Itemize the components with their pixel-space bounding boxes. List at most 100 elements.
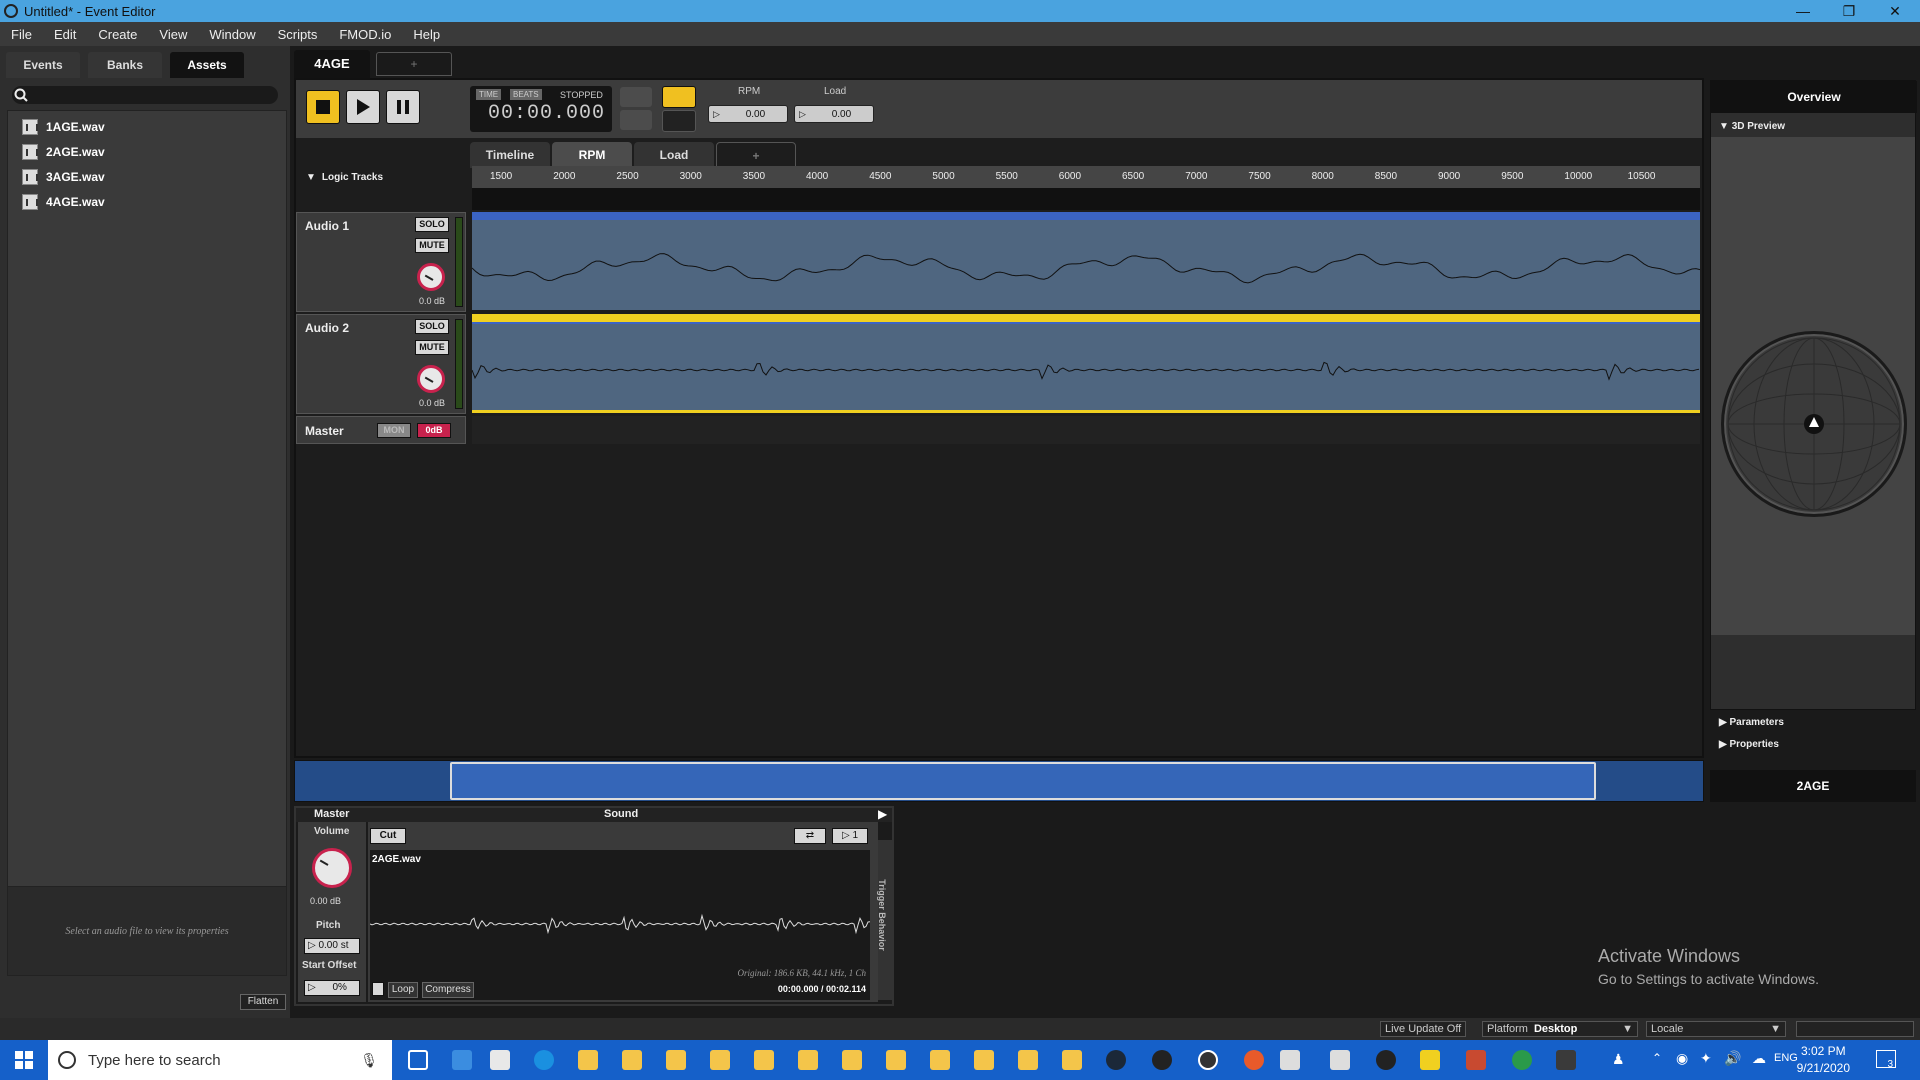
parameters-section[interactable]: ▶ Parameters [1719, 717, 1784, 728]
volume-knob[interactable] [417, 365, 445, 393]
app-icon[interactable] [1556, 1050, 1576, 1070]
volume-knob[interactable] [312, 848, 352, 888]
folder-icon[interactable] [622, 1050, 642, 1070]
folder-icon[interactable] [754, 1050, 774, 1070]
menu-window[interactable]: Window [198, 27, 266, 42]
steam-icon[interactable] [1106, 1050, 1126, 1070]
folder-icon[interactable] [974, 1050, 994, 1070]
folder-icon[interactable] [666, 1050, 686, 1070]
solo-button[interactable]: SOLO [415, 217, 449, 232]
loop-mode-icon[interactable]: ⇄ [794, 828, 826, 844]
loop-count[interactable]: ▷ 1 [832, 828, 868, 844]
tab-timeline[interactable]: Timeline [470, 142, 550, 168]
preview-3d-section[interactable]: ▼ 3D Preview [1719, 121, 1785, 132]
add-parameter-tab[interactable]: + [716, 142, 796, 168]
onedrive-icon[interactable]: ☁ [1752, 1050, 1766, 1067]
mute-button[interactable]: MUTE [415, 340, 449, 355]
taskbar-search[interactable]: Type here to search 🎙 [48, 1040, 392, 1080]
app-icon[interactable] [1420, 1050, 1440, 1070]
store-icon[interactable] [490, 1050, 510, 1070]
menu-edit[interactable]: Edit [43, 27, 87, 42]
folder-icon[interactable] [1062, 1050, 1082, 1070]
folder-icon[interactable] [710, 1050, 730, 1070]
folder-icon[interactable] [798, 1050, 818, 1070]
rpm-param-value[interactable]: ▷ 0.00 [708, 105, 788, 123]
solo-button[interactable]: SOLO [415, 319, 449, 334]
app-icon[interactable] [1280, 1050, 1300, 1070]
flatten-button[interactable]: Flatten [240, 994, 286, 1010]
app-icon[interactable] [1512, 1050, 1532, 1070]
properties-section[interactable]: ▶ Properties [1719, 739, 1779, 750]
3d-panner-sphere[interactable] [1721, 331, 1907, 517]
menu-view[interactable]: View [148, 27, 198, 42]
browser-icon[interactable] [1244, 1050, 1264, 1070]
tab-rpm[interactable]: RPM [552, 142, 632, 168]
menu-fmod-io[interactable]: FMOD.io [328, 27, 402, 42]
app-icon[interactable] [1330, 1050, 1350, 1070]
asset-item-1[interactable]: 1AGE.wav [22, 118, 105, 136]
stop-button[interactable] [306, 90, 340, 124]
app-icon[interactable] [1376, 1050, 1396, 1070]
mute-button[interactable]: MUTE [415, 238, 449, 253]
menu-file[interactable]: File [0, 27, 43, 42]
app-icon[interactable] [1466, 1050, 1486, 1070]
timeline-scroll-thumb[interactable] [450, 762, 1596, 800]
beats-mode-toggle[interactable]: BEATS [510, 89, 542, 100]
track-audio-1[interactable]: Audio 1 SOLO MUTE 0.0 dB [296, 212, 466, 312]
loop-button[interactable]: Loop [388, 982, 418, 998]
wifi-icon[interactable]: ✦ [1700, 1050, 1712, 1067]
minimize-button[interactable]: — [1780, 0, 1826, 22]
folder-icon[interactable] [930, 1050, 950, 1070]
parameter-ruler[interactable]: 1500 2000 2500 3000 3500 4000 4500 5000 5500 6000… [472, 166, 1700, 188]
edge-icon[interactable] [534, 1050, 554, 1070]
people-icon[interactable]: ♟ [1612, 1051, 1625, 1068]
tab-assets[interactable]: Assets [170, 52, 244, 78]
start-offset-input[interactable]: ▷ 0% [304, 980, 360, 996]
trigger-behavior-drawer[interactable]: Trigger Behavior [877, 840, 892, 1000]
play-sound-icon[interactable]: ▶ [878, 807, 887, 821]
play-button[interactable] [346, 90, 380, 124]
loop-checkbox[interactable] [372, 982, 384, 996]
pause-button[interactable] [386, 90, 420, 124]
list-icon[interactable] [662, 86, 696, 108]
notification-icon[interactable]: 3 [1876, 1050, 1896, 1070]
pause-small-icon[interactable] [662, 110, 696, 132]
close-button[interactable]: ✕ [1872, 0, 1918, 22]
track-audio-2[interactable]: Audio 2 SOLO MUTE 0.0 dB [296, 314, 466, 414]
mail-icon[interactable] [452, 1050, 472, 1070]
monitor-button[interactable]: MON [377, 423, 411, 438]
folder-icon[interactable] [886, 1050, 906, 1070]
search-input[interactable] [12, 86, 278, 104]
platform-select[interactable]: Platform Desktop ▼ [1482, 1021, 1638, 1037]
locale-select[interactable]: Locale ▼ [1646, 1021, 1786, 1037]
asset-item-2[interactable]: 2AGE.wav [22, 143, 105, 161]
restore-button[interactable]: ❐ [1826, 0, 1872, 22]
logic-tracks-header[interactable]: ▼ Logic Tracks [296, 166, 470, 188]
system-clock[interactable]: 3:02 PM 9/21/2020 [1797, 1043, 1850, 1077]
task-view-icon[interactable] [408, 1050, 428, 1070]
menu-create[interactable]: Create [87, 27, 148, 42]
tray-chevron-icon[interactable]: ⌃ [1652, 1051, 1662, 1065]
time-mode-toggle[interactable]: TIME [476, 89, 502, 100]
track-lane-audio-1[interactable] [472, 212, 1700, 310]
tab-events[interactable]: Events [6, 52, 80, 78]
live-update-toggle[interactable]: Live Update Off [1380, 1021, 1467, 1037]
volume-icon[interactable]: 🔊 [1724, 1050, 1741, 1067]
fmod-icon[interactable] [1152, 1050, 1172, 1070]
track-master[interactable]: Master MON 0dB [296, 416, 466, 444]
asset-item-4[interactable]: 4AGE.wav [22, 193, 105, 211]
tab-banks[interactable]: Banks [88, 52, 162, 78]
menu-scripts[interactable]: Scripts [267, 27, 329, 42]
folder-icon[interactable] [1018, 1050, 1038, 1070]
load-param-value[interactable]: ▷ 0.00 [794, 105, 874, 123]
microphone-icon[interactable]: 🎙 [360, 1052, 378, 1069]
asset-item-3[interactable]: 3AGE.wav [22, 168, 105, 186]
master-level-button[interactable]: 0dB [417, 423, 451, 438]
loop-playback-button[interactable] [620, 87, 652, 107]
cut-button[interactable]: Cut [370, 828, 406, 844]
event-tab[interactable]: 4AGE [294, 50, 370, 78]
track-lane-audio-2[interactable] [472, 314, 1700, 412]
fmod-studio-icon[interactable] [1198, 1050, 1218, 1070]
folder-icon[interactable] [578, 1050, 598, 1070]
sound-waveform[interactable]: 2AGE.wav Original: 186.6 KB, 44.1 kHz, 1… [370, 850, 870, 1000]
